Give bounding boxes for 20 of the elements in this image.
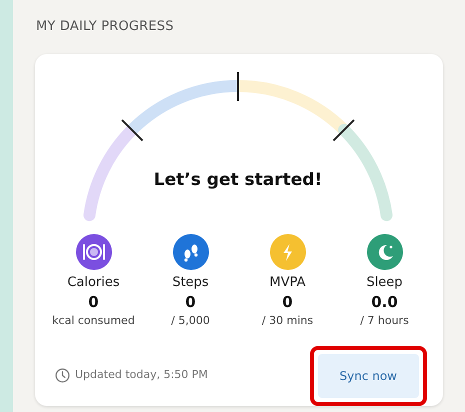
metric-value: 0 [88,292,99,312]
metric-target: kcal consumed [52,312,135,328]
gauge-tick [237,72,239,100]
metric-label: Sleep [366,274,403,292]
metric-label: Steps [172,274,209,292]
metric-target: / 30 mins [262,312,314,328]
metric-value: 0.0 [371,292,398,312]
metric-value: 0 [282,292,293,312]
sync-button[interactable]: Sync now [318,354,419,398]
gauge-tick [332,118,355,141]
section-title: MY DAILY PROGRESS [36,18,175,36]
gauge-tick [121,118,144,141]
metric-value: 0 [185,292,196,312]
metric-target: / 7 hours [360,312,409,328]
metric-label: MVPA [269,274,306,292]
metric-target: / 5,000 [171,312,210,328]
updated-time: Updated today, 5:50 PM [75,367,208,384]
gauge-message: Let’s get started! [154,168,322,192]
metric-label: Calories [67,274,120,292]
clock-icon [55,368,70,383]
